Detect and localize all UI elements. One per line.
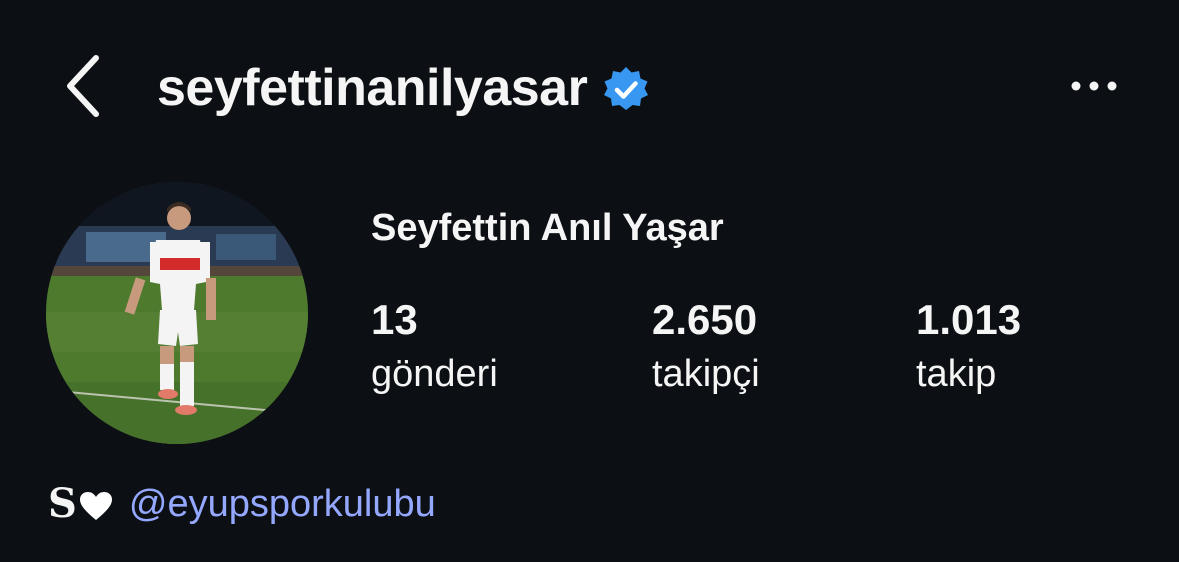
following-count: 1.013 (916, 296, 1022, 343)
posts-label: gönderi (371, 353, 498, 395)
more-options-button[interactable] (1066, 72, 1122, 100)
more-horizontal-icon (1071, 81, 1117, 91)
posts-count: 13 (371, 296, 418, 343)
followers-count: 2.650 (652, 296, 758, 343)
bio-letter: S (48, 480, 77, 527)
bio-mention-link[interactable]: @eyupsporkulubu (129, 480, 436, 528)
back-button[interactable] (58, 52, 118, 120)
posts-stat: 13 gönderi (371, 296, 498, 398)
username-row: seyfettinanilyasar (157, 56, 651, 120)
chevron-left-icon (67, 55, 99, 117)
username: seyfettinanilyasar (157, 59, 588, 117)
following-label: takip (916, 353, 997, 395)
followers-stat[interactable]: 2.650 takipçi (652, 296, 760, 398)
following-stat[interactable]: 1.013 takip (916, 296, 1021, 398)
followers-label: takipçi (652, 353, 760, 395)
profile-avatar[interactable] (46, 182, 308, 444)
display-name: Seyfettin Anıl Yaşar (371, 207, 724, 249)
avatar-photo (46, 182, 308, 444)
white-heart-icon (79, 492, 112, 520)
bio: S @eyupsporkulubu (48, 480, 436, 528)
verified-badge-icon (604, 67, 649, 110)
profile-header: seyfettinanilyasar (0, 0, 1179, 180)
